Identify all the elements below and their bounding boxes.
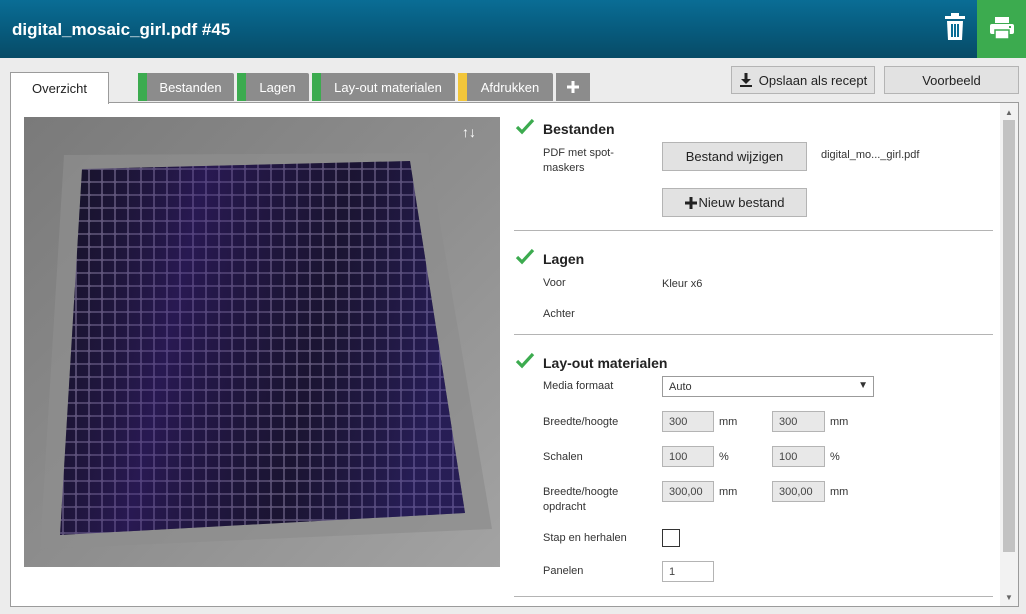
- section-title-lagen: Lagen: [543, 251, 585, 267]
- scale-y-input[interactable]: 100: [772, 446, 825, 467]
- plus-icon: [684, 196, 697, 209]
- check-icon: [515, 248, 535, 265]
- printer-icon: [990, 17, 1014, 40]
- tab-label: Lay-out materialen: [334, 79, 442, 95]
- print-button[interactable]: [977, 0, 1026, 58]
- add-tab-button[interactable]: [556, 73, 590, 101]
- pdf-spot-masks-label: PDF met spot-maskers: [543, 147, 614, 174]
- check-icon: [515, 118, 535, 135]
- tab-label: Lagen: [259, 79, 296, 95]
- tab-overzicht[interactable]: Overzicht: [10, 72, 109, 104]
- step-repeat-label: Stap en herhalen: [543, 532, 627, 544]
- unit-label: mm: [830, 486, 849, 498]
- unit-label: mm: [719, 486, 738, 498]
- change-file-label: Bestand wijzigen: [685, 149, 784, 164]
- back-label: Achter: [543, 308, 575, 320]
- section-title-layout: Lay-out materialen: [543, 355, 668, 371]
- status-stripe: [312, 73, 321, 101]
- tab-lagen[interactable]: Lagen: [237, 73, 309, 101]
- scroll-down-icon[interactable]: ▼: [1000, 590, 1018, 604]
- preview-button[interactable]: Voorbeeld: [884, 66, 1019, 94]
- tab-bestanden[interactable]: Bestanden: [138, 73, 234, 101]
- status-stripe: [458, 73, 467, 101]
- save-recipe-label: Opslaan als recept: [758, 72, 868, 88]
- scale-x-input[interactable]: 100: [662, 446, 714, 467]
- section-divider: [514, 596, 993, 597]
- preview-label: Voorbeeld: [922, 72, 981, 88]
- new-file-label: Nieuw bestand: [698, 195, 785, 210]
- media-format-label: Media formaat: [543, 380, 614, 392]
- new-file-button[interactable]: Nieuw bestand: [662, 188, 807, 217]
- front-value: Kleur x6: [662, 278, 703, 290]
- tab-afdrukken[interactable]: Afdrukken: [458, 73, 553, 101]
- trash-icon[interactable]: [941, 12, 969, 42]
- scroll-up-icon[interactable]: ▲: [1000, 105, 1018, 119]
- scrollbar-thumb[interactable]: [1003, 120, 1015, 552]
- height-input[interactable]: 300: [772, 411, 825, 432]
- page-title: digital_mosaic_girl.pdf #45: [12, 20, 231, 39]
- unit-label: %: [719, 451, 729, 463]
- status-stripe: [237, 73, 246, 101]
- mosaic-preview: [24, 117, 500, 567]
- width-height-label: Breedte/hoogte: [543, 416, 619, 428]
- section-divider: [514, 230, 993, 231]
- unit-label: mm: [719, 416, 738, 428]
- status-stripe: [138, 73, 147, 101]
- media-format-select[interactable]: Auto ▼: [662, 376, 874, 397]
- header-bar: digital_mosaic_girl.pdf #45: [0, 0, 1026, 58]
- tab-layout-materialen[interactable]: Lay-out materialen: [312, 73, 455, 101]
- section-title-bestanden: Bestanden: [543, 121, 615, 137]
- section-divider: [514, 334, 993, 335]
- download-icon: [739, 73, 752, 87]
- chevron-down-icon: ▼: [858, 380, 868, 391]
- tab-label: Overzicht: [32, 81, 87, 96]
- step-repeat-checkbox[interactable]: [662, 529, 680, 547]
- scale-label: Schalen: [543, 451, 583, 463]
- change-file-button[interactable]: Bestand wijzigen: [662, 142, 807, 171]
- unit-label: mm: [830, 416, 849, 428]
- job-size-label: Breedte/hoogte opdracht: [543, 486, 619, 513]
- unit-label: %: [830, 451, 840, 463]
- tab-label: Bestanden: [159, 79, 222, 95]
- file-name: digital_mo..._girl.pdf: [821, 149, 920, 161]
- front-label: Voor: [543, 277, 566, 289]
- check-icon: [515, 352, 535, 369]
- panels-input[interactable]: 1: [662, 561, 714, 582]
- media-format-value: Auto: [669, 380, 692, 393]
- job-width-input[interactable]: 300,00: [662, 481, 714, 502]
- width-input[interactable]: 300: [662, 411, 714, 432]
- mosaic-preview-image: [40, 153, 492, 549]
- vertical-scrollbar[interactable]: ▲ ▼: [1000, 103, 1018, 606]
- panels-label: Panelen: [543, 565, 584, 577]
- tab-label: Afdrukken: [480, 79, 540, 95]
- job-height-input[interactable]: 300,00: [772, 481, 825, 502]
- plus-icon: [567, 81, 579, 93]
- arrow-up-down-icon[interactable]: ↑↓: [462, 124, 476, 140]
- save-recipe-button[interactable]: Opslaan als recept: [731, 66, 875, 94]
